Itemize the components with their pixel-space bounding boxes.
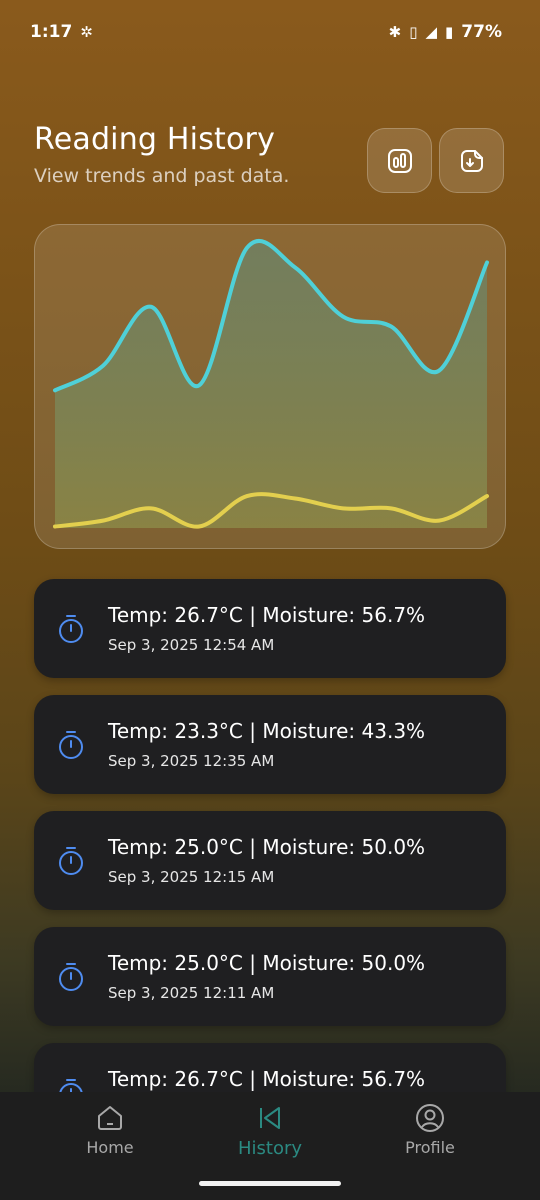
- chart-toggle-button[interactable]: [367, 128, 432, 193]
- reading-item[interactable]: Temp: 23.3°C | Moisture: 43.3% Sep 3, 202…: [34, 695, 506, 794]
- battery-icon: ▮: [445, 23, 454, 41]
- chart-svg: [53, 238, 489, 529]
- timer-icon: [59, 731, 83, 759]
- reading-values: Temp: 26.7°C | Moisture: 56.7%: [108, 1067, 426, 1091]
- download-file-icon: [460, 149, 483, 172]
- battery-percent: 77%: [461, 22, 502, 42]
- reading-date: Sep 3, 2025 12:35 AM: [108, 752, 275, 770]
- nav-home-label: Home: [86, 1138, 134, 1157]
- timer-icon: [59, 963, 83, 991]
- signal-icon: ◢: [425, 23, 438, 41]
- reading-date: Sep 3, 2025 12:11 AM: [108, 984, 275, 1002]
- page-header: Reading History View trends and past dat…: [34, 122, 506, 194]
- series-area-0: [55, 240, 487, 528]
- nav-history-label: History: [237, 1138, 303, 1159]
- home-icon: [98, 1106, 122, 1130]
- readings-list: Temp: 26.7°C | Moisture: 56.7% Sep 3, 202…: [34, 579, 506, 1159]
- nav-profile-label: Profile: [405, 1138, 455, 1157]
- home-indicator[interactable]: [199, 1181, 341, 1186]
- profile-icon: [416, 1104, 444, 1132]
- reading-date: Sep 3, 2025 12:54 AM: [108, 636, 275, 654]
- reading-item[interactable]: Temp: 26.7°C | Moisture: 56.7% Sep 3, 202…: [34, 579, 506, 678]
- reading-values: Temp: 25.0°C | Moisture: 50.0%: [108, 835, 426, 859]
- status-time: 1:17: [30, 22, 73, 42]
- bluetooth-icon: ✱: [388, 23, 402, 41]
- status-bar: 1:17 ✲ ✱ ▯ ◢ ▮ 77%: [0, 0, 540, 64]
- settings-notification-icon: ✲: [80, 23, 93, 41]
- timer-icon: [59, 847, 83, 875]
- page-title: Reading History: [34, 122, 276, 157]
- reading-item[interactable]: Temp: 25.0°C | Moisture: 50.0% Sep 3, 202…: [34, 927, 506, 1026]
- timer-icon: [59, 615, 83, 643]
- reading-values: Temp: 26.7°C | Moisture: 56.7%: [108, 603, 426, 627]
- reading-values: Temp: 23.3°C | Moisture: 43.3%: [108, 719, 426, 743]
- history-icon: [260, 1107, 280, 1129]
- nav-home[interactable]: Home: [50, 1092, 170, 1200]
- nav-profile[interactable]: Profile: [370, 1092, 490, 1200]
- reading-date: Sep 3, 2025 12:15 AM: [108, 868, 275, 886]
- vibrate-icon: ▯: [409, 23, 418, 41]
- reading-values: Temp: 25.0°C | Moisture: 50.0%: [108, 951, 426, 975]
- history-chart: [34, 224, 506, 549]
- export-button[interactable]: [439, 128, 504, 193]
- bar-chart-icon: [387, 148, 412, 173]
- page-subtitle: View trends and past data.: [34, 165, 290, 187]
- reading-item[interactable]: Temp: 25.0°C | Moisture: 50.0% Sep 3, 202…: [34, 811, 506, 910]
